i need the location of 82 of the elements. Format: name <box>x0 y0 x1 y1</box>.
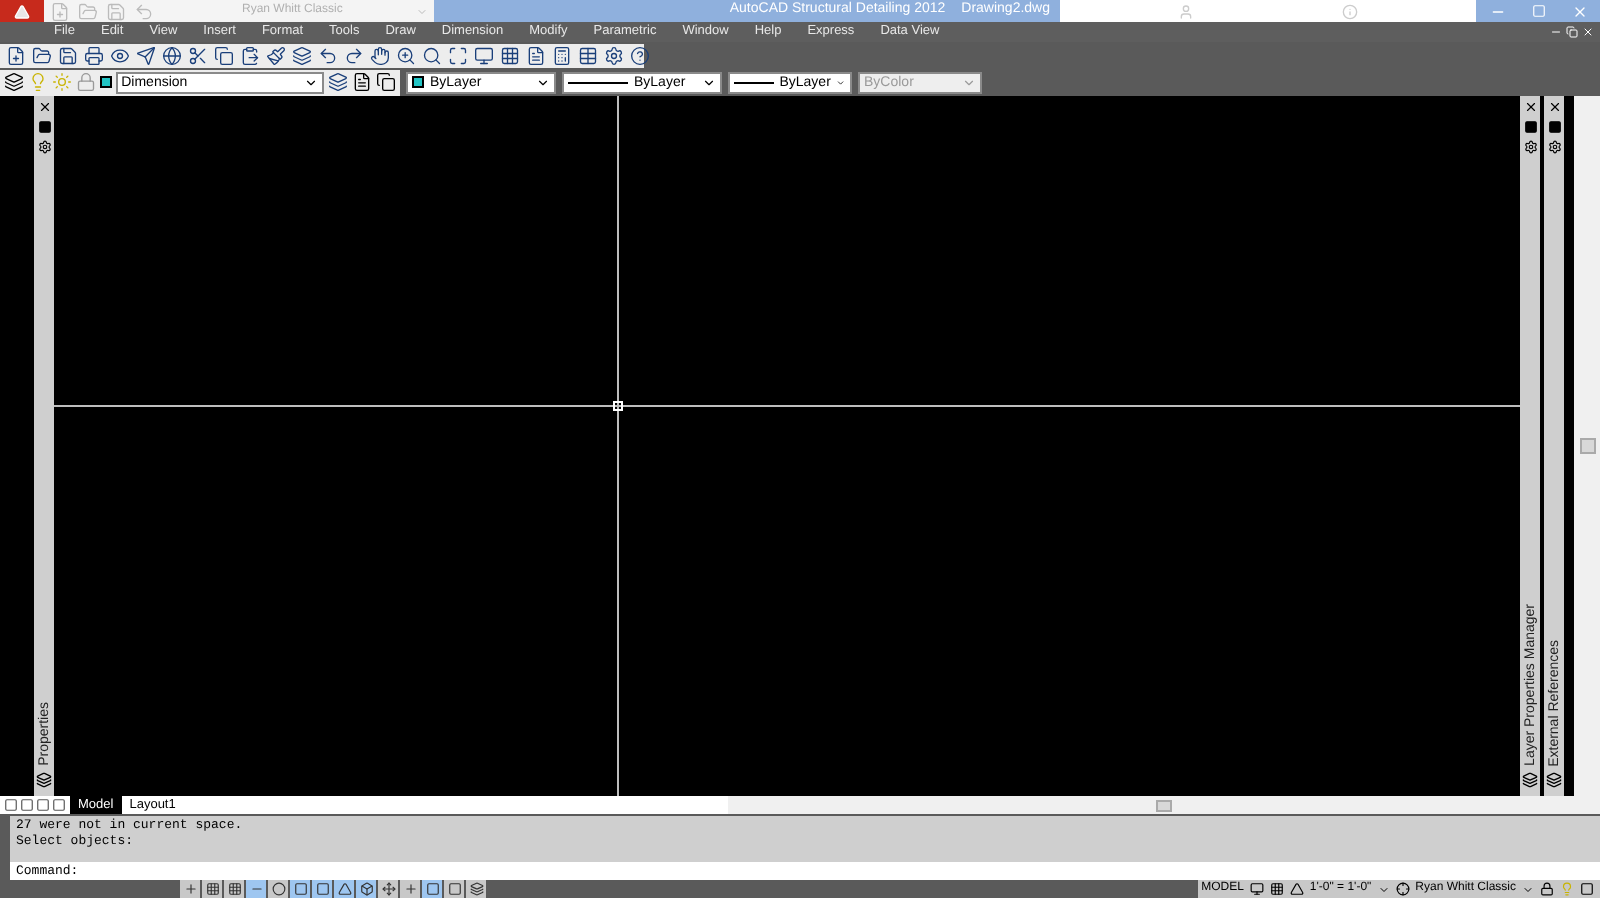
drafting-tool-icon <box>469 882 483 896</box>
status-toggle[interactable] <box>400 880 420 898</box>
status-toggle[interactable] <box>180 880 200 898</box>
settings-icon[interactable] <box>37 140 51 154</box>
cut-icon[interactable] <box>188 45 208 65</box>
status-toggle[interactable] <box>290 880 310 898</box>
caret-icon <box>304 75 318 89</box>
document-icon[interactable] <box>526 45 546 65</box>
clean-screen-icon[interactable] <box>1580 882 1594 896</box>
line-sample <box>568 81 628 83</box>
drafting-tool-icon <box>381 882 395 896</box>
print-icon[interactable] <box>84 45 104 65</box>
status-toggle[interactable] <box>312 880 332 898</box>
minimize-icon[interactable] <box>1550 26 1562 38</box>
close-icon[interactable] <box>1547 100 1561 114</box>
help-icon[interactable] <box>630 45 650 65</box>
copy-icon[interactable] <box>214 45 234 65</box>
scroll-thumb[interactable] <box>1579 438 1595 454</box>
status-toggle[interactable] <box>444 880 464 898</box>
settings-icon[interactable] <box>604 45 624 65</box>
status-toggle[interactable] <box>334 880 354 898</box>
drafting-tool-icon <box>183 882 197 896</box>
status-toggle[interactable] <box>246 880 266 898</box>
close-icon[interactable] <box>1523 100 1537 114</box>
panel-icon[interactable] <box>37 120 51 134</box>
viewport-icon[interactable] <box>1249 882 1264 896</box>
horizontal-scrollbar[interactable] <box>727 796 1600 814</box>
caret-icon <box>702 75 716 89</box>
open-folder-icon[interactable] <box>32 45 52 65</box>
status-toggle[interactable] <box>224 880 244 898</box>
caret-icon <box>962 75 976 89</box>
search-icon[interactable] <box>422 45 442 65</box>
lock-icon[interactable] <box>1540 882 1554 896</box>
copy-icon[interactable] <box>376 72 396 92</box>
globe-icon[interactable] <box>162 45 182 65</box>
vertical-scrollbar[interactable] <box>1574 96 1600 796</box>
caret-icon[interactable] <box>1377 883 1390 895</box>
preview-icon[interactable] <box>110 45 130 65</box>
document-icon[interactable] <box>352 72 372 92</box>
palette-icon <box>1546 772 1562 788</box>
restore-icon[interactable] <box>1566 26 1578 38</box>
drafting-tool-icon <box>227 882 241 896</box>
color-swatch <box>100 76 112 88</box>
layers-icon[interactable] <box>292 45 312 65</box>
brush-icon[interactable] <box>266 45 286 65</box>
undo-icon[interactable] <box>318 45 338 65</box>
status-toggle[interactable] <box>202 880 222 898</box>
publish-icon[interactable] <box>136 45 156 65</box>
scroll-thumb[interactable] <box>1155 799 1172 811</box>
hand-icon[interactable] <box>370 45 390 65</box>
redo-icon[interactable] <box>344 45 364 65</box>
save-icon[interactable] <box>58 45 78 65</box>
close-icon[interactable] <box>37 100 51 114</box>
settings-icon[interactable] <box>1523 140 1537 154</box>
line-sample <box>734 81 774 83</box>
status-toggle[interactable] <box>466 880 486 898</box>
color-swatch <box>412 76 424 88</box>
zoom-in-icon[interactable] <box>396 45 416 65</box>
monitor-icon[interactable] <box>474 45 494 65</box>
status-toggle[interactable] <box>422 880 442 898</box>
caret-icon <box>536 75 550 89</box>
app-logo-icon[interactable] <box>0 0 44 22</box>
paste-icon[interactable] <box>240 45 260 65</box>
status-toggle[interactable] <box>356 880 376 898</box>
status-toggle[interactable] <box>378 880 398 898</box>
layers-icon[interactable] <box>328 72 348 92</box>
drafting-tool-icon <box>205 882 219 896</box>
annotation-scale-icon <box>1289 882 1304 896</box>
settings-icon[interactable] <box>1547 140 1561 154</box>
maximize-icon[interactable] <box>448 45 468 65</box>
calculator-icon[interactable] <box>552 45 572 65</box>
status-toggle[interactable] <box>268 880 288 898</box>
layout-icon[interactable] <box>1269 882 1284 896</box>
drafting-tool-icon <box>359 882 373 896</box>
workspace-icon <box>1395 882 1410 896</box>
table-icon[interactable] <box>578 45 598 65</box>
drafting-tool-icon <box>403 882 417 896</box>
layers-icon[interactable] <box>4 72 24 92</box>
grid-icon[interactable] <box>500 45 520 65</box>
new-file-icon[interactable] <box>6 45 26 65</box>
caret-icon[interactable] <box>1522 883 1534 895</box>
caret-icon <box>836 75 846 89</box>
